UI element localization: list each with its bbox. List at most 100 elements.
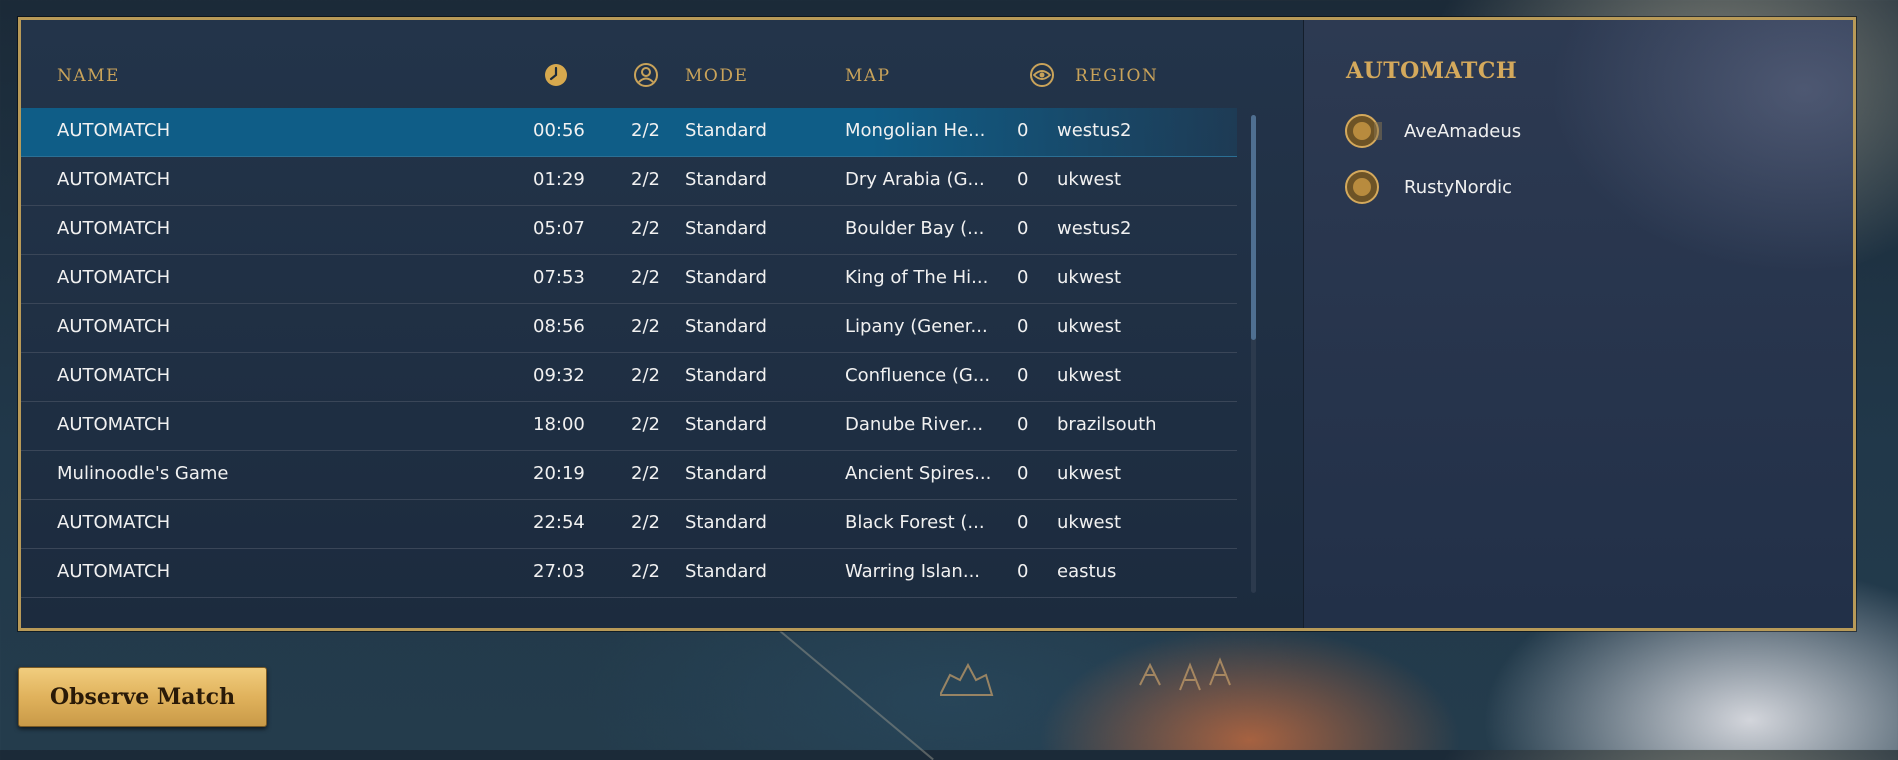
table-row[interactable]: AUTOMATCH 00:56 2/2 Standard Mongolian He...… <box>21 108 1237 157</box>
cell-region: westus2 <box>1057 120 1132 141</box>
player-icon[interactable] <box>633 62 659 88</box>
cell-observers: 0 <box>1017 463 1029 484</box>
table-row[interactable]: AUTOMATCH 05:07 2/2 Standard Boulder Bay (..… <box>21 206 1237 255</box>
cell-players: 2/2 <box>631 561 660 582</box>
cell-map: Confluence (G... <box>845 365 991 386</box>
cell-players: 2/2 <box>631 169 660 190</box>
cell-observers: 0 <box>1017 120 1029 141</box>
cell-time: 20:19 <box>533 463 585 484</box>
cell-mode: Standard <box>685 120 767 141</box>
cell-map: Ancient Spires... <box>845 463 992 484</box>
table-row[interactable]: AUTOMATCH 27:03 2/2 Standard Warring Islan..… <box>21 549 1237 598</box>
player-entry[interactable]: AveAmadeus <box>1344 112 1744 152</box>
player-entry[interactable]: RustyNordic <box>1344 168 1744 208</box>
cell-name: AUTOMATCH <box>57 120 171 141</box>
cell-time: 00:56 <box>533 120 585 141</box>
cell-region: eastus <box>1057 561 1117 582</box>
cell-time: 18:00 <box>533 414 585 435</box>
table-row[interactable]: AUTOMATCH 18:00 2/2 Standard Danube River...… <box>21 402 1237 451</box>
cell-map: Boulder Bay (... <box>845 218 985 239</box>
cell-observers: 0 <box>1017 561 1029 582</box>
cell-time: 09:32 <box>533 365 585 386</box>
cell-region: ukwest <box>1057 463 1122 484</box>
clock-icon[interactable] <box>543 62 569 88</box>
cell-mode: Standard <box>685 561 767 582</box>
cell-players: 2/2 <box>631 218 660 239</box>
cell-name: AUTOMATCH <box>57 218 171 239</box>
cell-players: 2/2 <box>631 267 660 288</box>
header-name[interactable]: NAME <box>57 66 120 86</box>
cell-mode: Standard <box>685 169 767 190</box>
map-decoration <box>940 657 1231 696</box>
cell-mode: Standard <box>685 463 767 484</box>
cell-name: AUTOMATCH <box>57 316 171 337</box>
cell-region: brazilsouth <box>1057 414 1157 435</box>
cell-region: ukwest <box>1057 316 1122 337</box>
cell-name: AUTOMATCH <box>57 365 171 386</box>
player-name: AveAmadeus <box>1404 121 1522 142</box>
cell-players: 2/2 <box>631 365 660 386</box>
cell-name: AUTOMATCH <box>57 414 171 435</box>
cell-map: Dry Arabia (G... <box>845 169 985 190</box>
scrollbar[interactable] <box>1251 115 1256 593</box>
cell-region: ukwest <box>1057 512 1122 533</box>
eye-icon[interactable] <box>1029 62 1055 88</box>
map-road <box>779 630 934 760</box>
cell-map: Danube River... <box>845 414 984 435</box>
cell-time: 27:03 <box>533 561 585 582</box>
table-row[interactable]: AUTOMATCH 22:54 2/2 Standard Black Forest (.… <box>21 500 1237 549</box>
cell-mode: Standard <box>685 365 767 386</box>
cell-observers: 0 <box>1017 218 1029 239</box>
cell-time: 05:07 <box>533 218 585 239</box>
cell-mode: Standard <box>685 267 767 288</box>
match-rows: AUTOMATCH 00:56 2/2 Standard Mongolian He...… <box>21 108 1237 598</box>
cell-observers: 0 <box>1017 169 1029 190</box>
table-header: NAME MODE MAP REGION <box>21 62 1261 92</box>
table-row[interactable]: AUTOMATCH 01:29 2/2 Standard Dry Arabia (G..… <box>21 157 1237 206</box>
cell-region: ukwest <box>1057 169 1122 190</box>
player-name: RustyNordic <box>1404 177 1513 198</box>
cell-observers: 0 <box>1017 512 1029 533</box>
cell-time: 01:29 <box>533 169 585 190</box>
scrollbar-thumb[interactable] <box>1251 115 1256 340</box>
table-row[interactable]: AUTOMATCH 09:32 2/2 Standard Confluence (G..… <box>21 353 1237 402</box>
cell-time: 22:54 <box>533 512 585 533</box>
cell-time: 08:56 <box>533 316 585 337</box>
header-region[interactable]: REGION <box>1075 66 1158 86</box>
header-map[interactable]: MAP <box>845 66 891 86</box>
header-mode[interactable]: MODE <box>685 66 748 86</box>
cell-name: AUTOMATCH <box>57 169 171 190</box>
cell-mode: Standard <box>685 316 767 337</box>
table-row[interactable]: AUTOMATCH 08:56 2/2 Standard Lipany (Gener..… <box>21 304 1237 353</box>
cell-name: AUTOMATCH <box>57 512 171 533</box>
cell-players: 2/2 <box>631 120 660 141</box>
cell-players: 2/2 <box>631 512 660 533</box>
cell-observers: 0 <box>1017 267 1029 288</box>
lobby-browser-panel: NAME MODE MAP REGION AUTOMATCH 00:56 2/2 St… <box>18 17 1856 631</box>
match-details-panel: AUTOMATCH AveAmadeus RustyNordic <box>1303 20 1853 628</box>
table-row[interactable]: AUTOMATCH 07:53 2/2 Standard King of The Hi.… <box>21 255 1237 304</box>
cell-players: 2/2 <box>631 414 660 435</box>
details-title: AUTOMATCH <box>1346 58 1518 84</box>
cell-mode: Standard <box>685 512 767 533</box>
cell-mode: Standard <box>685 414 767 435</box>
table-row[interactable]: Mulinoodle's Game 20:19 2/2 Standard Ancient… <box>21 451 1237 500</box>
observe-match-button[interactable]: Observe Match <box>18 667 267 727</box>
match-list: NAME MODE MAP REGION AUTOMATCH 00:56 2/2 St… <box>21 20 1303 628</box>
rank-badge-icon <box>1345 114 1382 148</box>
rank-badge-icon <box>1345 170 1379 204</box>
cell-map: Warring Islan... <box>845 561 981 582</box>
cell-map: Mongolian He... <box>845 120 986 141</box>
cell-name: AUTOMATCH <box>57 561 171 582</box>
cell-observers: 0 <box>1017 414 1029 435</box>
cell-region: ukwest <box>1057 267 1122 288</box>
cell-players: 2/2 <box>631 463 660 484</box>
cell-observers: 0 <box>1017 365 1029 386</box>
cell-name: Mulinoodle's Game <box>57 463 229 484</box>
cell-observers: 0 <box>1017 316 1029 337</box>
cell-mode: Standard <box>685 218 767 239</box>
cell-map: Black Forest (... <box>845 512 985 533</box>
cell-map: Lipany (Gener... <box>845 316 988 337</box>
cell-region: ukwest <box>1057 365 1122 386</box>
cell-map: King of The Hi... <box>845 267 989 288</box>
